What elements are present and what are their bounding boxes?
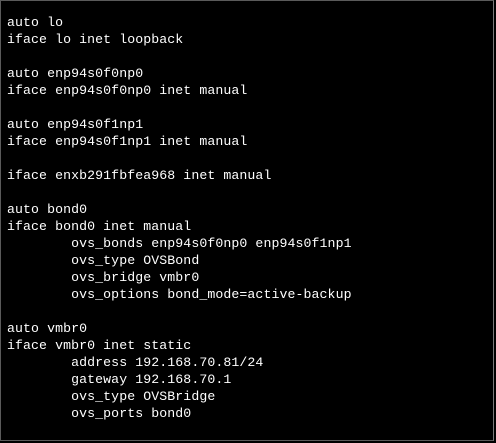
terminal-line: address 192.168.70.81/24 xyxy=(7,355,264,370)
terminal-line: iface enp94s0f1np1 inet manual xyxy=(7,134,248,149)
terminal-line: ovs_type OVSBond xyxy=(7,253,200,268)
terminal-line: auto enp94s0f1np1 xyxy=(7,117,144,132)
terminal-output: auto lo iface lo inet loopback auto enp9… xyxy=(7,14,352,422)
terminal-line: auto lo xyxy=(7,15,64,30)
terminal-line: iface bond0 inet manual xyxy=(7,219,192,234)
terminal-line: ovs_options bond_mode=active-backup xyxy=(7,287,352,302)
terminal-line: auto vmbr0 xyxy=(7,321,88,336)
terminal-line: iface enp94s0f0np0 inet manual xyxy=(7,83,248,98)
terminal-line: iface vmbr0 inet static xyxy=(7,338,192,353)
terminal-line: ovs_ports bond0 xyxy=(7,406,192,421)
terminal-line: iface lo inet loopback xyxy=(7,32,184,47)
terminal-line: ovs_type OVSBridge xyxy=(7,389,216,404)
terminal-line: ovs_bridge vmbr0 xyxy=(7,270,200,285)
terminal-line: gateway 192.168.70.1 xyxy=(7,372,232,387)
terminal-line: auto bond0 xyxy=(7,202,88,217)
terminal-line: iface enxb291fbfea968 inet manual xyxy=(7,168,272,183)
terminal-window[interactable]: auto lo iface lo inet loopback auto enp9… xyxy=(0,0,494,441)
terminal-line: ovs_bonds enp94s0f0np0 enp94s0f1np1 xyxy=(7,236,352,251)
terminal-line: auto enp94s0f0np0 xyxy=(7,66,144,81)
